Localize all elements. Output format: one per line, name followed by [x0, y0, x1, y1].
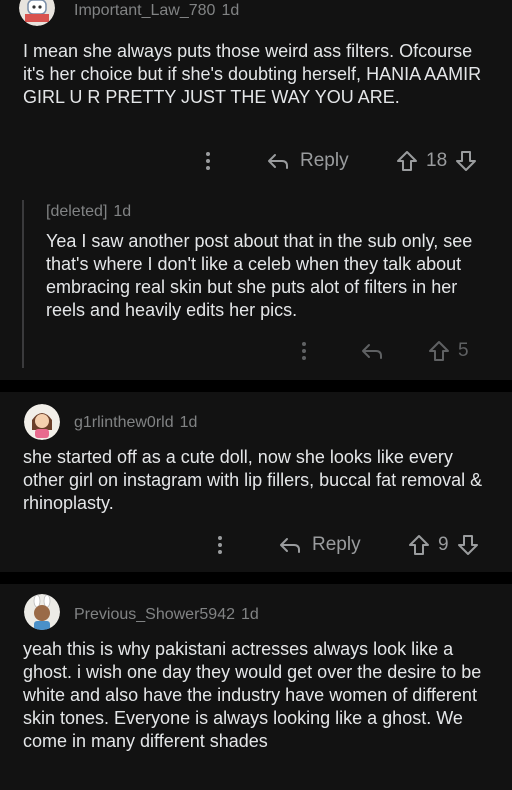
upvote-icon[interactable] — [408, 534, 430, 556]
username: [deleted] — [46, 203, 108, 220]
reply-button[interactable] — [360, 336, 384, 366]
comment-actions: 5 — [0, 336, 512, 366]
avatar-image — [24, 404, 60, 440]
comment-age: 1d — [221, 2, 240, 19]
downvote-icon[interactable] — [455, 150, 477, 172]
comment-age: 1d — [241, 606, 259, 623]
username[interactable]: g1rlinthew0rld — [74, 414, 174, 431]
comment-actions: Reply 18 — [0, 146, 512, 176]
comment-card: Important_Law_780 1d I mean she always pu… — [0, 0, 512, 368]
avatar-image — [24, 594, 60, 630]
comment-age: 1d — [113, 203, 132, 220]
more-vertical-icon — [206, 152, 210, 170]
reply-icon — [268, 154, 288, 169]
vote-controls: 9 — [408, 530, 479, 560]
vote-controls: 5 — [428, 336, 477, 366]
comment-body: she started off as a cute doll, now she … — [23, 447, 483, 513]
comment-separator — [0, 380, 512, 392]
username[interactable]: Important_Law_780 — [74, 2, 215, 19]
reply-button[interactable]: Reply — [278, 530, 361, 560]
username[interactable]: Previous_Shower5942 — [74, 606, 235, 623]
comment-header: Previous_Shower5942 1d — [74, 606, 259, 624]
comment-body: Yea I saw another post about that in the… — [46, 231, 473, 320]
vote-score: 5 — [458, 340, 469, 361]
upvote-icon[interactable] — [396, 150, 418, 172]
comment-body: yeah this is why pakistani actresses alw… — [23, 639, 482, 751]
comment-body: I mean she always puts those weird ass f… — [23, 41, 482, 107]
reply-button[interactable]: Reply — [266, 146, 349, 176]
avatar[interactable] — [19, 0, 55, 26]
avatar-image — [19, 0, 55, 26]
comment-header: [deleted] 1d — [46, 203, 131, 221]
comment-header: Important_Law_780 1d — [74, 2, 239, 20]
vote-controls: 18 — [396, 146, 477, 176]
comment-actions: Reply 9 — [0, 530, 512, 560]
nested-comment-card: [deleted] 1d Yea I saw another post about… — [0, 188, 512, 380]
more-options-button[interactable] — [212, 530, 228, 560]
more-vertical-icon — [302, 342, 306, 360]
more-options-button[interactable] — [200, 146, 216, 176]
comment-age: 1d — [179, 414, 198, 431]
comment-card: Previous_Shower5942 1d yeah this is why p… — [0, 584, 512, 790]
reply-icon — [362, 344, 382, 359]
upvote-icon[interactable] — [428, 340, 450, 362]
avatar[interactable] — [24, 404, 60, 440]
reply-label: Reply — [312, 534, 361, 555]
comment-separator — [0, 572, 512, 584]
more-vertical-icon — [218, 536, 222, 554]
vote-score: 9 — [438, 534, 449, 555]
comment-header: g1rlinthew0rld 1d — [74, 414, 197, 432]
more-options-button[interactable] — [296, 336, 312, 366]
reply-icon — [280, 538, 300, 553]
downvote-icon[interactable] — [457, 534, 479, 556]
reply-label: Reply — [300, 150, 349, 171]
avatar[interactable] — [24, 594, 60, 630]
vote-score: 18 — [426, 150, 448, 171]
comment-card: g1rlinthew0rld 1d she started off as a cu… — [0, 392, 512, 572]
